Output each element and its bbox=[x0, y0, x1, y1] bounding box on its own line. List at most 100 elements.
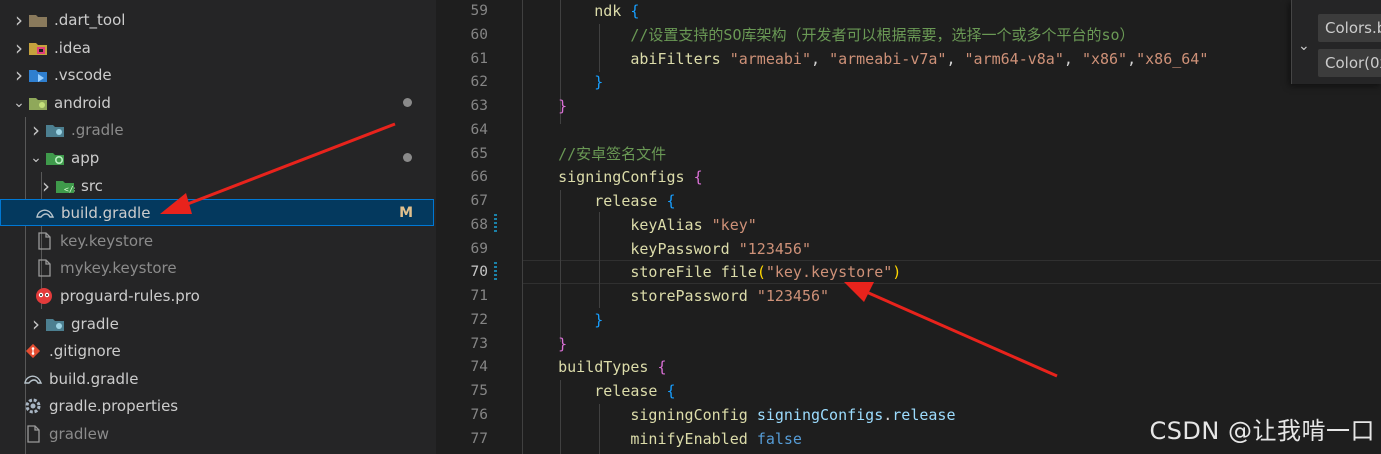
code-token: } bbox=[594, 311, 604, 329]
tree-item-label: .gitignore bbox=[49, 341, 121, 360]
explorer-panel: › .dart_tool › .idea › .vscode ⌄ android › .gradl… bbox=[0, 0, 436, 454]
tree-item[interactable]: key.keystore bbox=[0, 227, 434, 254]
code-token: , bbox=[946, 50, 965, 68]
code-text: signingConfigs { bbox=[522, 165, 703, 189]
code-token: keyAlias bbox=[522, 216, 712, 234]
tree-item[interactable]: › gradle bbox=[0, 310, 434, 337]
tree-item[interactable]: build.gradle M bbox=[0, 199, 434, 226]
line-number: 69 bbox=[470, 241, 488, 257]
suggestion-item[interactable]: Color(0x bbox=[1318, 49, 1381, 77]
tree-item[interactable]: › .idea bbox=[0, 34, 434, 61]
tree-item[interactable]: › .dart_tool bbox=[0, 6, 434, 33]
chevron-down-icon[interactable]: ⌄ bbox=[27, 150, 45, 166]
code-line[interactable]: 60 //设置支持的SO库架构（开发者可以根据需要，选择一个或多个平台的so） bbox=[436, 23, 1381, 47]
line-number: 70 bbox=[470, 264, 488, 280]
code-token: false bbox=[756, 430, 802, 448]
chevron-right-icon[interactable]: › bbox=[27, 118, 45, 142]
code-line[interactable]: 65 //安卓签名文件 bbox=[436, 142, 1381, 166]
code-line[interactable]: 70 storeFile file("key.keystore") bbox=[436, 260, 1381, 284]
proguard-icon bbox=[34, 287, 54, 305]
line-number: 62 bbox=[470, 74, 488, 90]
code-line[interactable]: 75 release { bbox=[436, 379, 1381, 403]
app-folder-icon bbox=[45, 149, 65, 167]
tree-item-label: .dart_tool bbox=[54, 10, 126, 29]
chevron-down-icon[interactable]: ⌄ bbox=[10, 95, 28, 111]
code-text: } bbox=[522, 70, 603, 94]
code-line[interactable]: 66 signingConfigs { bbox=[436, 165, 1381, 189]
tree-item-label: .gradle bbox=[71, 120, 124, 139]
tree-item-label: key.keystore bbox=[60, 231, 154, 250]
file-icon bbox=[23, 424, 43, 443]
suggest-widget: ⌄ Colors.b Color(0x bbox=[1291, 0, 1381, 84]
code-line[interactable]: 72 } bbox=[436, 308, 1381, 332]
code-token: ( bbox=[756, 263, 766, 281]
code-line[interactable]: 62 } bbox=[436, 70, 1381, 94]
tree-item[interactable]: ⌄ app bbox=[0, 144, 434, 171]
code-line[interactable]: 61 abiFilters "armeabi", "armeabi-v7a", … bbox=[436, 47, 1381, 71]
src-folder-icon: </> bbox=[55, 177, 75, 195]
code-text: buildTypes { bbox=[522, 355, 666, 379]
code-token: ndk bbox=[522, 2, 631, 20]
code-token: abiFilters bbox=[522, 50, 730, 68]
code-line[interactable]: 64 bbox=[436, 118, 1381, 142]
tree-item[interactable]: › .vscode bbox=[0, 61, 434, 88]
tree-item[interactable]: proguard-rules.pro bbox=[0, 282, 434, 309]
code-token: "x86" bbox=[1081, 50, 1128, 68]
code-line[interactable]: 69 keyPassword "123456" bbox=[436, 237, 1381, 261]
vscode-folder-icon bbox=[28, 66, 48, 84]
gradle-folder-icon bbox=[45, 315, 65, 333]
code-token: "123456" bbox=[738, 240, 811, 258]
tree-item[interactable]: › .gradle bbox=[0, 116, 434, 143]
tree-item[interactable]: gradlew bbox=[0, 420, 434, 447]
code-token: storeFile bbox=[522, 263, 721, 281]
chevron-right-icon[interactable]: › bbox=[10, 63, 28, 87]
tree-item[interactable]: ⌄ android bbox=[0, 89, 434, 116]
changes-dot bbox=[403, 98, 412, 107]
code-line[interactable]: 67 release { bbox=[436, 189, 1381, 213]
code-text: //设置支持的SO库架构（开发者可以根据需要，选择一个或多个平台的so） bbox=[522, 23, 1134, 47]
chevron-right-icon[interactable]: › bbox=[27, 312, 45, 336]
chevron-right-icon[interactable]: › bbox=[10, 36, 28, 60]
code-text: storePassword "123456" bbox=[522, 284, 829, 308]
code-token: "x86_64" bbox=[1136, 50, 1209, 68]
code-line[interactable]: 73 } bbox=[436, 332, 1381, 356]
chevron-right-icon[interactable]: › bbox=[37, 174, 55, 198]
suggestion-item[interactable]: Colors.b bbox=[1318, 14, 1381, 42]
tree-item[interactable]: .gitignore bbox=[0, 337, 434, 364]
tree-item-label: mykey.keystore bbox=[60, 258, 177, 277]
line-number: 64 bbox=[470, 122, 488, 138]
code-text: keyAlias "key" bbox=[522, 213, 756, 237]
code-line[interactable]: 68 keyAlias "key" bbox=[436, 213, 1381, 237]
tree-item-label: src bbox=[81, 176, 103, 195]
code-line[interactable]: 59 ndk { bbox=[436, 0, 1381, 23]
code-line[interactable]: 74 buildTypes { bbox=[436, 355, 1381, 379]
folder-icon bbox=[28, 11, 48, 29]
code-token: } bbox=[594, 73, 604, 91]
tree-item-label: build.gradle bbox=[49, 369, 139, 388]
tree-item[interactable]: gradle.properties bbox=[0, 392, 434, 419]
svg-text:</>: </> bbox=[64, 185, 75, 194]
line-number: 65 bbox=[470, 146, 488, 162]
chevron-down-icon[interactable]: ⌄ bbox=[1298, 38, 1310, 54]
code-token: , bbox=[811, 50, 830, 68]
line-number: 59 bbox=[470, 3, 488, 19]
tree-item-label: gradlew bbox=[49, 424, 110, 443]
code-token: { bbox=[693, 168, 703, 186]
tree-item[interactable]: mykey.keystore bbox=[0, 254, 434, 281]
tree-item[interactable]: › </> src bbox=[0, 172, 434, 199]
code-token: "armeabi" bbox=[729, 50, 811, 68]
code-text: minifyEnabled false bbox=[522, 427, 802, 451]
tree-item[interactable]: build.gradle bbox=[0, 365, 434, 392]
code-token: "arm64-v8a" bbox=[964, 50, 1064, 68]
code-line[interactable]: 63 } bbox=[436, 94, 1381, 118]
code-token: , bbox=[1063, 50, 1082, 68]
watermark: CSDN @让我啃一口 bbox=[1149, 417, 1375, 445]
code-line[interactable]: 71 storePassword "123456" bbox=[436, 284, 1381, 308]
code-token: signingConfigs bbox=[522, 168, 694, 186]
chevron-right-icon[interactable]: › bbox=[10, 8, 28, 32]
code-editor[interactable]: 59 ndk {60 //设置支持的SO库架构（开发者可以根据需要，选择一个或多… bbox=[436, 0, 1381, 454]
idea-folder-icon bbox=[28, 39, 48, 57]
line-number: 66 bbox=[470, 169, 488, 185]
modified-badge: M bbox=[399, 204, 413, 221]
